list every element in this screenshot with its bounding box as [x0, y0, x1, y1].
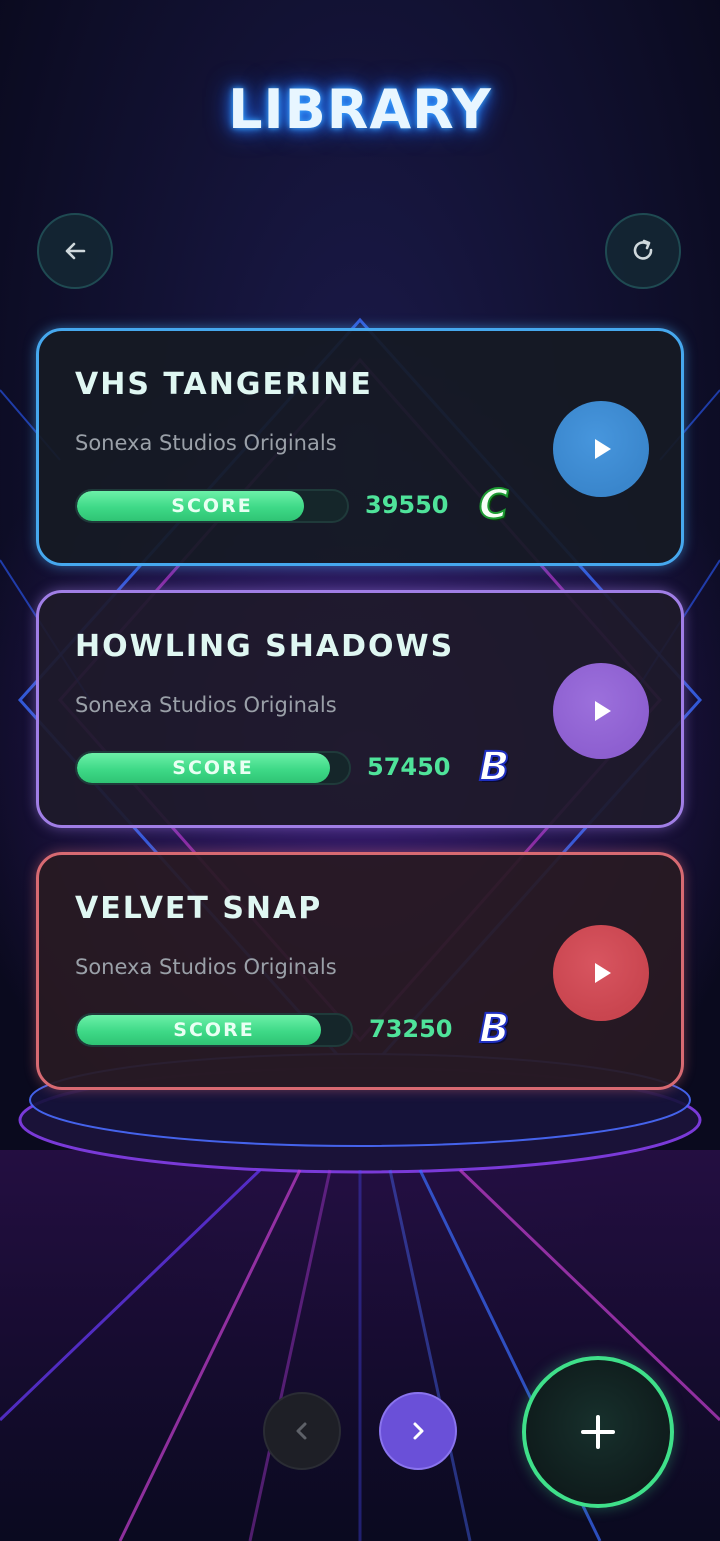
- grade-badge: C: [478, 481, 509, 529]
- page-title: LIBRARY: [228, 78, 492, 141]
- grade-badge: B: [478, 1005, 510, 1053]
- score-value: 73250: [369, 1015, 453, 1043]
- song-card[interactable]: VELVET SNAP Sonexa Studios Originals SCO…: [36, 852, 684, 1090]
- score-bar: SCORE: [75, 751, 351, 785]
- add-song-button[interactable]: [522, 1356, 674, 1508]
- refresh-button[interactable]: [605, 213, 681, 289]
- grade-badge: B: [478, 743, 510, 791]
- song-card[interactable]: HOWLING SHADOWS Sonexa Studios Originals…: [36, 590, 684, 828]
- refresh-icon: [633, 239, 653, 260]
- back-button[interactable]: [37, 213, 113, 289]
- score-label: SCORE: [171, 495, 253, 517]
- song-artist: Sonexa Studios Originals: [75, 431, 337, 455]
- play-icon: [595, 963, 611, 983]
- chevron-right-icon: [413, 1422, 424, 1440]
- plus-icon: [581, 1415, 615, 1449]
- play-button[interactable]: [553, 663, 649, 759]
- chevron-left-icon: [296, 1422, 307, 1440]
- score-label: SCORE: [173, 1019, 255, 1041]
- song-card[interactable]: VHS TANGERINE Sonexa Studios Originals S…: [36, 328, 684, 566]
- score-bar: SCORE: [75, 1013, 353, 1047]
- score-label: SCORE: [172, 757, 254, 779]
- song-artist: Sonexa Studios Originals: [75, 693, 337, 717]
- song-title: VELVET SNAP: [75, 891, 323, 926]
- score-value: 57450: [367, 753, 451, 781]
- song-title: HOWLING SHADOWS: [75, 629, 455, 664]
- song-title: VHS TANGERINE: [75, 367, 373, 402]
- arrow-left-icon: [65, 242, 86, 260]
- score-bar: SCORE: [75, 489, 349, 523]
- play-icon: [595, 701, 611, 721]
- play-button[interactable]: [553, 925, 649, 1021]
- next-page-button[interactable]: [379, 1392, 457, 1470]
- play-icon: [595, 439, 611, 459]
- song-artist: Sonexa Studios Originals: [75, 955, 337, 979]
- play-button[interactable]: [553, 401, 649, 497]
- prev-page-button[interactable]: [263, 1392, 341, 1470]
- score-value: 39550: [365, 491, 449, 519]
